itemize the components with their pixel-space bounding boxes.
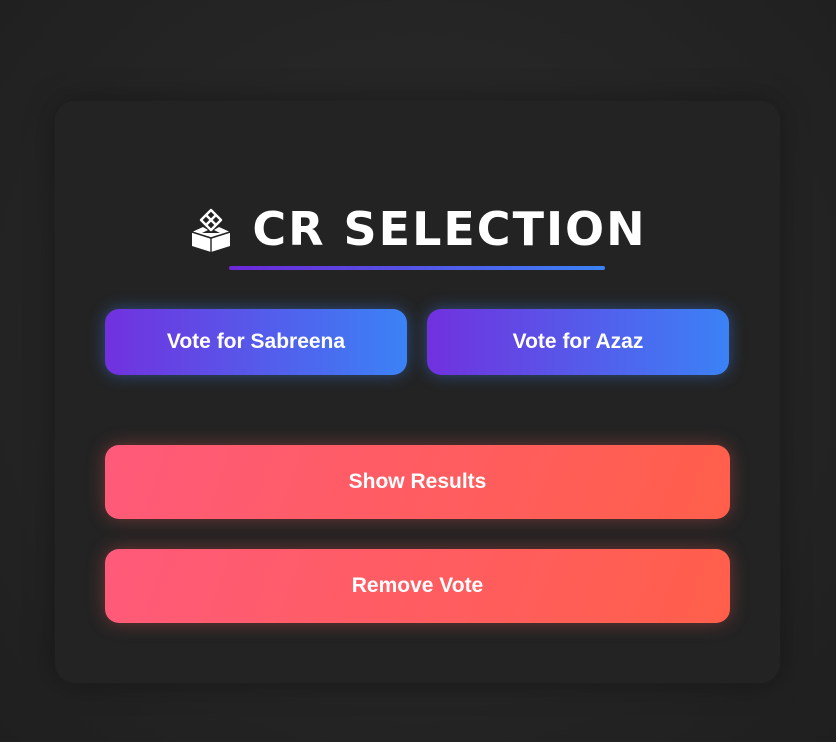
remove-vote-button[interactable]: Remove Vote [105, 549, 730, 623]
vote-sabreena-button[interactable]: Vote for Sabreena [105, 309, 407, 375]
title-underline [229, 266, 605, 270]
voting-card: CR SELECTION Vote for Sabreena Vote for … [55, 101, 780, 683]
ballot-box-icon [192, 208, 231, 252]
vote-azaz-button[interactable]: Vote for Azaz [427, 309, 729, 375]
page-title: CR SELECTION [252, 202, 647, 256]
show-results-button[interactable]: Show Results [105, 445, 730, 519]
title-row: CR SELECTION [55, 203, 780, 255]
